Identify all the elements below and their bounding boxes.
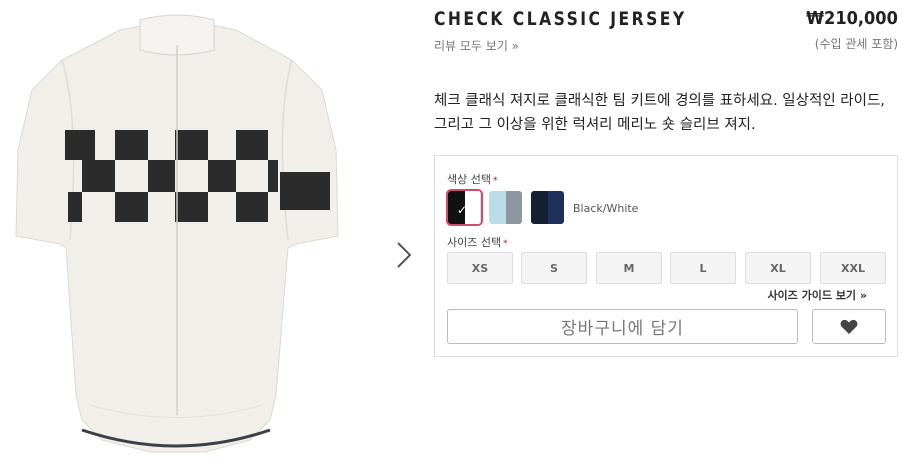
size-guide-link[interactable]: 사이즈 가이드 보기 » xyxy=(767,287,867,303)
heart-icon xyxy=(840,319,858,334)
size-button-xs[interactable]: XS xyxy=(447,252,513,284)
check-icon: ✓ xyxy=(457,203,468,217)
size-button-s[interactable]: S xyxy=(521,252,587,284)
next-image-arrow[interactable] xyxy=(393,240,415,270)
required-mark: * xyxy=(503,239,508,249)
size-label-text: 사이즈 선택 xyxy=(447,236,502,249)
size-button-m[interactable]: M xyxy=(596,252,662,284)
color-swatch-navy[interactable] xyxy=(531,191,564,224)
size-button-xxl[interactable]: XXL xyxy=(820,252,886,284)
product-image xyxy=(0,0,380,467)
color-swatch-light-blue-grey[interactable] xyxy=(489,191,522,224)
size-button-xl[interactable]: XL xyxy=(745,252,811,284)
product-description: 체크 클래식 져지로 클래식한 팀 키트에 경의를 표하세요. 일상적인 라이드… xyxy=(434,93,885,133)
jersey-illustration xyxy=(15,14,339,453)
product-title: CHECK CLASSIC JERSEY xyxy=(434,8,687,30)
wishlist-button[interactable] xyxy=(812,309,886,344)
product-price: ₩210,000 xyxy=(806,8,898,29)
color-swatch-black-white[interactable]: ✓ xyxy=(446,189,483,226)
add-to-cart-button[interactable]: 장바구니에 담기 xyxy=(447,309,798,344)
review-link[interactable]: 리뷰 모두 보기 » xyxy=(434,37,519,54)
color-label-text: 색상 선택 xyxy=(447,173,491,186)
chevron-right-icon xyxy=(397,242,412,268)
options-panel: 색상 선택 * ✓ Black/White 사이즈 선택 * XS S M L XL… xyxy=(434,155,898,357)
color-section-label: 색상 선택 * xyxy=(447,171,497,187)
price-note: (수입 관세 포함) xyxy=(814,37,898,51)
size-button-l[interactable]: L xyxy=(670,252,736,284)
required-mark: * xyxy=(492,176,498,186)
selected-color-name: Black/White xyxy=(573,202,639,215)
size-section-label: 사이즈 선택 * xyxy=(447,234,508,250)
